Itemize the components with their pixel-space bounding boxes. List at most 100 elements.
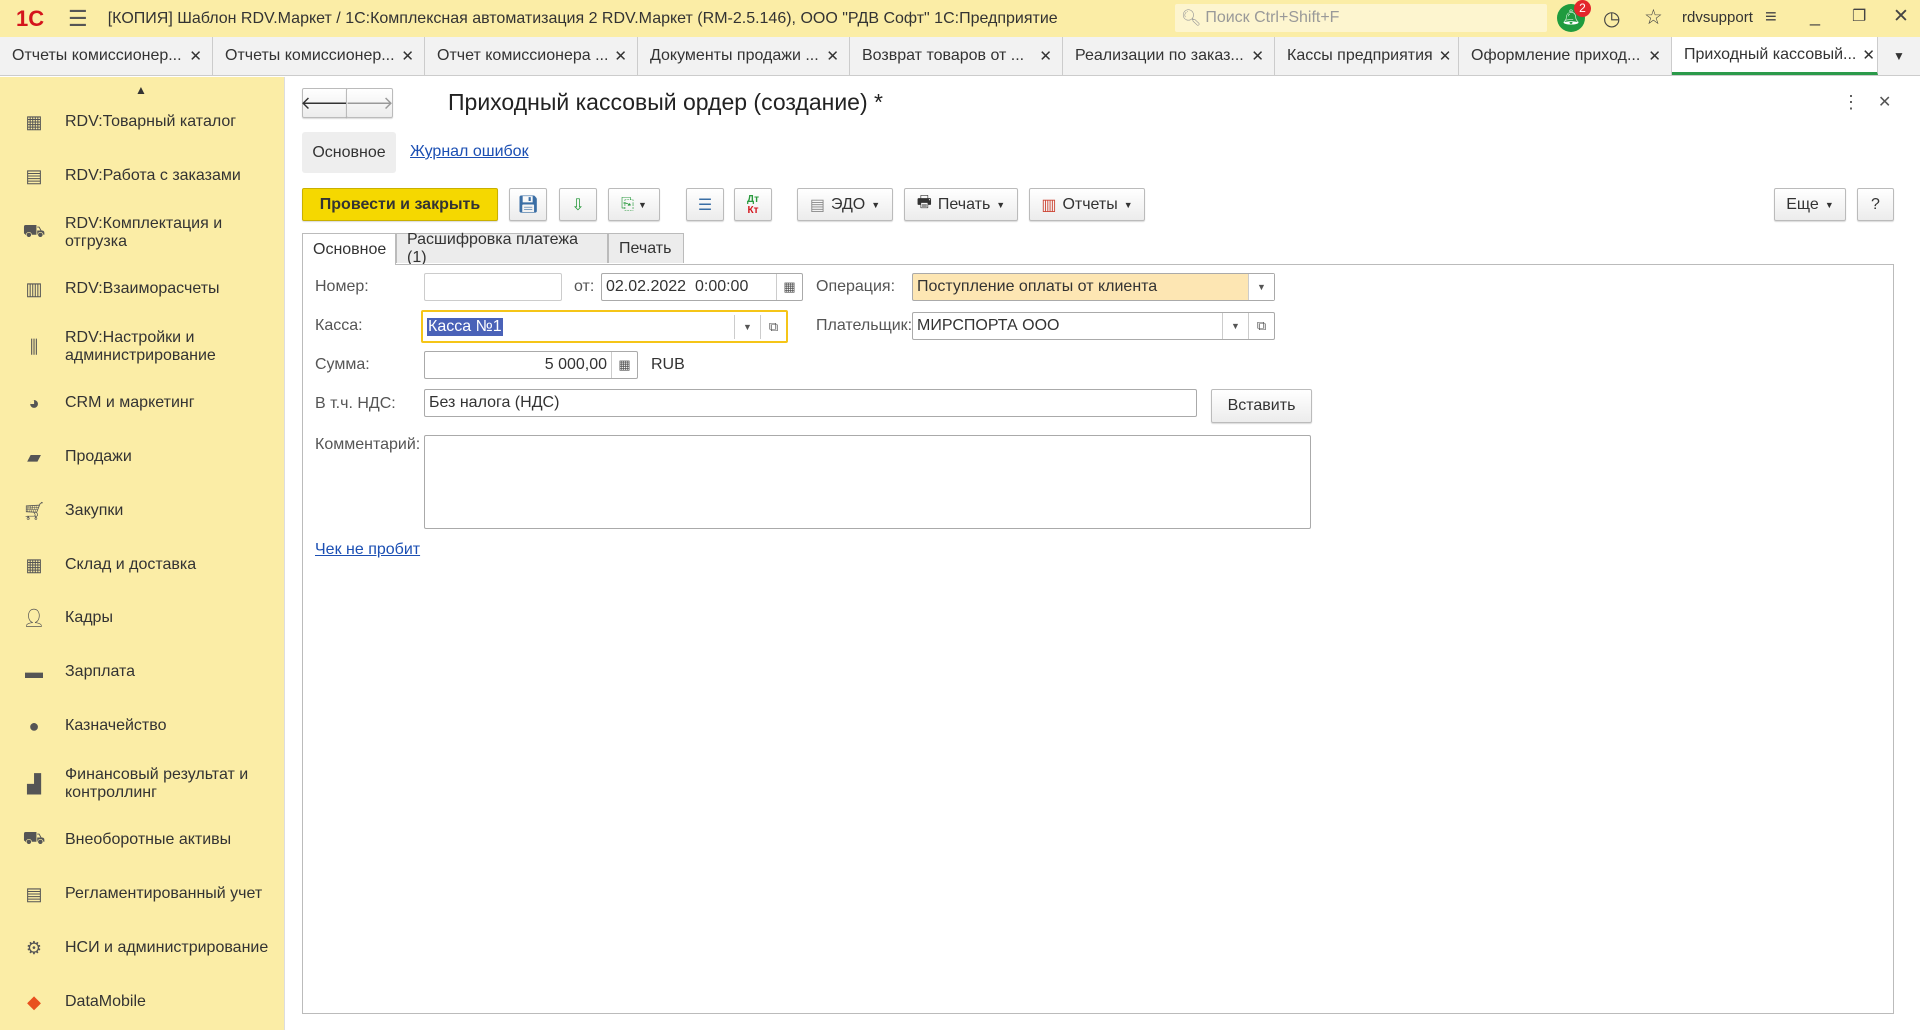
sidebar-item-catalog[interactable]: ▦ RDV:Товарный каталог <box>0 112 285 132</box>
comment-textarea[interactable] <box>424 435 1311 529</box>
edo-icon: ▤ <box>809 196 825 214</box>
close-tab-icon[interactable]: ✕ <box>1251 47 1264 65</box>
tab-item[interactable]: Документы продажи ... ✕ <box>638 37 850 75</box>
chevron-down-icon[interactable]: ▼ <box>1222 313 1248 339</box>
currency-label: RUB <box>651 356 685 373</box>
catalog-icon: ▦ <box>25 111 43 132</box>
tab-item-active[interactable]: Приходный кассовый... ✕ <box>1672 37 1878 75</box>
structure-button[interactable]: ☰ <box>686 188 724 221</box>
tab-main[interactable]: Основное <box>302 233 396 265</box>
sum-input[interactable]: 5 000,00 ▦ <box>424 351 638 379</box>
nav-errors-link[interactable]: Журнал ошибок <box>410 143 529 161</box>
tab-print[interactable]: Печать <box>608 233 684 263</box>
nav-main[interactable]: Основное <box>302 132 396 173</box>
close-tab-icon[interactable]: ✕ <box>1862 46 1875 64</box>
chevron-down-icon[interactable]: ▼ <box>1248 274 1274 300</box>
comment-label: Комментарий: <box>315 436 421 453</box>
sidebar-item-warehouse[interactable]: ▦ Склад и доставка <box>0 555 285 575</box>
sidebar-item-assets[interactable]: ⛟ Внеоборотные активы <box>0 828 285 850</box>
tab-item[interactable]: Отчеты комиссионер... ✕ <box>213 37 425 75</box>
reports-icon: ▥ <box>1041 196 1057 214</box>
tab-item[interactable]: Оформление приход... ✕ <box>1459 37 1672 75</box>
sidebar-item-orders[interactable]: ▤ RDV:Работа с заказами <box>0 166 285 186</box>
sidebar-item-settlements[interactable]: ▥ RDV:Взаиморасчеты <box>0 279 285 299</box>
create-based-icon: ⎘ <box>621 195 634 213</box>
sidebar-item-finance[interactable]: ▟ Финансовый результат и контроллинг <box>0 765 285 803</box>
tabs-overflow-icon[interactable]: ▼ <box>1878 37 1920 75</box>
tab-item[interactable]: Отчет комиссионера ... ✕ <box>425 37 638 75</box>
tab-item[interactable]: Кассы предприятия ✕ <box>1275 37 1459 75</box>
more-vertical-icon[interactable]: ⋮ <box>1842 92 1860 113</box>
tab-payment-breakdown[interactable]: Расшифровка платежа (1) <box>396 231 608 266</box>
sidebar-item-regulated[interactable]: ▤ Регламентированный учет <box>0 884 285 904</box>
calculator-icon[interactable]: ▦ <box>611 352 637 378</box>
tab-item[interactable]: Отчеты комиссионер... ✕ <box>0 37 213 75</box>
sidebar-item-picking[interactable]: ⛟ RDV:Комплектация и отгрузка <box>0 214 285 252</box>
open-tabs-bar: Отчеты комиссионер... ✕ Отчеты комиссионе… <box>0 37 1920 76</box>
open-icon[interactable]: ⧉ <box>1248 313 1274 339</box>
forward-button[interactable]: 🡒 <box>345 88 394 118</box>
post-and-close-button[interactable]: Провести и закрыть <box>302 188 498 221</box>
number-input[interactable] <box>424 273 562 301</box>
operation-select[interactable]: Поступление оплаты от клиента ▼ <box>912 273 1275 301</box>
notifications-button[interactable]: 🔔︎ 2 <box>1557 0 1591 32</box>
bar-chart-icon: ▟ <box>27 773 41 794</box>
search-icon: 🔍︎ <box>1181 10 1202 27</box>
post-document-icon: ⇩ <box>571 196 585 214</box>
calculator-icon: ▥ <box>25 278 43 299</box>
sidebar-item-datamobile[interactable]: ◆ DataMobile <box>0 992 285 1012</box>
receipt-not-printed-link[interactable]: Чек не пробит <box>315 541 420 559</box>
date-from-label: от: <box>574 278 595 295</box>
close-tab-icon[interactable]: ✕ <box>826 47 839 65</box>
close-tab-icon[interactable]: ✕ <box>614 47 627 65</box>
edo-button[interactable]: ▤ ЭДО ▼ <box>797 188 893 221</box>
app-logo[interactable]: 1С <box>16 6 54 32</box>
menu-icon[interactable]: ☰ <box>68 6 88 32</box>
coin-icon: ● <box>28 715 40 736</box>
sidebar-item-crm[interactable]: ◕ CRM и маркетинг <box>0 393 285 413</box>
close-form-icon[interactable]: ✕ <box>1878 92 1891 112</box>
insert-button[interactable]: Вставить <box>1211 389 1312 423</box>
help-button[interactable]: ? <box>1857 188 1894 221</box>
payer-select[interactable]: МИРСПОРТА ООО ▼ ⧉ <box>912 312 1275 340</box>
calendar-icon[interactable]: ▦ <box>776 274 802 300</box>
close-tab-icon[interactable]: ✕ <box>1439 47 1452 65</box>
favorites-star-icon[interactable]: ☆ <box>1644 5 1663 30</box>
close-tab-icon[interactable]: ✕ <box>401 47 414 65</box>
grid-icon: ▦ <box>25 554 43 575</box>
kassa-select[interactable]: Касса №1 ▼ ⧉ <box>421 310 788 343</box>
card-icon: ▬ <box>25 661 43 682</box>
chevron-down-icon[interactable]: ▼ <box>734 315 760 339</box>
back-button[interactable]: 🡐 <box>300 88 349 118</box>
sidebar-item-hr[interactable]: 👤︎ Кадры <box>0 608 285 628</box>
settings-menu-icon[interactable]: ≡ <box>1765 6 1777 29</box>
sidebar-item-sales[interactable]: ▰ Продажи <box>0 447 285 467</box>
print-button[interactable]: 🖶 Печать ▼ <box>904 188 1018 221</box>
save-button[interactable]: 💾︎ <box>509 188 547 221</box>
post-button[interactable]: ⇩ <box>559 188 597 221</box>
history-icon[interactable]: ◷ <box>1603 6 1620 31</box>
vat-input[interactable]: Без налога (НДС) <box>424 389 1197 417</box>
close-tab-icon[interactable]: ✕ <box>189 47 202 65</box>
restore-icon[interactable]: ❐ <box>1852 6 1866 26</box>
close-tab-icon[interactable]: ✕ <box>1648 47 1661 65</box>
date-input[interactable]: 02.02.2022 0:00:00 ▦ <box>601 273 803 301</box>
create-based-on-button[interactable]: ⎘ ▼ <box>608 188 660 221</box>
sidebar-item-salary[interactable]: ▬ Зарплата <box>0 662 285 682</box>
more-button[interactable]: Еще ▼ <box>1774 188 1846 221</box>
tab-item[interactable]: Реализации по заказ... ✕ <box>1063 37 1275 75</box>
close-window-icon[interactable]: ✕ <box>1893 5 1909 28</box>
close-tab-icon[interactable]: ✕ <box>1039 47 1052 65</box>
reports-button[interactable]: ▥ Отчеты ▼ <box>1029 188 1145 221</box>
minimize-icon[interactable]: _ <box>1810 6 1820 27</box>
sidebar-item-admin[interactable]: ⚙ НСИ и администрирование <box>0 938 285 958</box>
sidebar-item-purchases[interactable]: 🛒︎ Закупки <box>0 501 285 521</box>
open-icon[interactable]: ⧉ <box>760 315 786 339</box>
user-name[interactable]: rdvsupport <box>1682 9 1753 26</box>
tab-item[interactable]: Возврат товаров от ... ✕ <box>850 37 1063 75</box>
search-input[interactable]: 🔍︎ Поиск Ctrl+Shift+F <box>1175 4 1547 32</box>
sidebar-item-treasury[interactable]: ● Казначейство <box>0 716 285 736</box>
dt-kt-button[interactable]: Дт Кт <box>734 188 772 221</box>
scroll-up-icon[interactable]: ▲ <box>135 83 147 97</box>
sidebar-item-settings[interactable]: ⫼ RDV:Настройки и администрирование <box>0 328 285 366</box>
